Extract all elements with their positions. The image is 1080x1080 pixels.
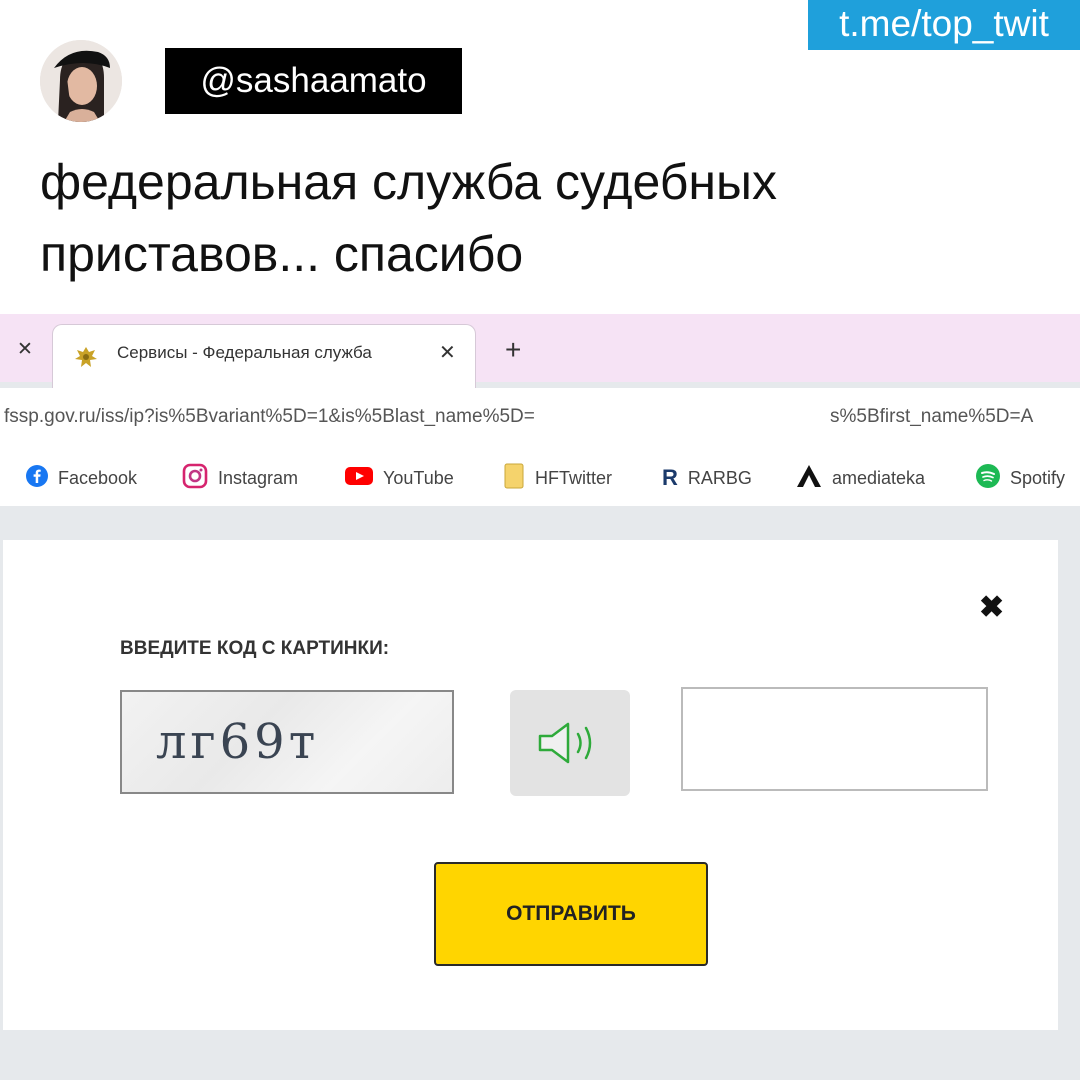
captcha-modal: ✖ ВВЕДИТЕ КОД С КАРТИНКИ: лг69т ОТПРАВИТ… <box>3 540 1058 1030</box>
url-text-left: fssp.gov.ru/iss/ip?is%5Bvariant%5D=1&is%… <box>4 406 535 427</box>
speaker-icon <box>536 720 606 771</box>
bookmark-youtube[interactable]: YouTube <box>345 464 454 492</box>
username-badge[interactable]: @sashaamato <box>165 48 462 114</box>
youtube-icon <box>345 466 373 491</box>
bookmark-label: Instagram <box>218 467 299 488</box>
address-bar[interactable]: fssp.gov.ru/iss/ip?is%5Bvariant%5D=1&is%… <box>0 388 1080 450</box>
url-text-right: s%5Bfirst_name%5D=A <box>830 406 1034 427</box>
bookmark-label: amediateka <box>832 467 926 488</box>
captcha-input[interactable] <box>681 687 988 791</box>
bookmark-amediateka[interactable]: amediateka <box>796 464 925 492</box>
rarbg-icon: R <box>662 465 678 490</box>
avatar[interactable] <box>40 40 122 122</box>
instagram-icon <box>182 463 208 494</box>
bookmark-label: YouTube <box>383 467 454 488</box>
bookmarks-bar: Facebook Instagram YouTube HFTwitter R R… <box>0 450 1080 506</box>
audio-captcha-button[interactable] <box>510 690 630 796</box>
bookmark-label: Facebook <box>58 467 138 488</box>
amediateka-icon <box>796 464 822 493</box>
bookmark-label: HFTwitter <box>535 467 613 488</box>
close-icon[interactable]: ✕ <box>17 338 33 361</box>
tab-strip: ✕ Сервисы - Федеральная служба ✕ + <box>0 314 1080 389</box>
tweet-text-line-2: приставов... спасибо <box>40 226 524 282</box>
bookmark-label: Spotify <box>1010 467 1066 488</box>
bookmark-label: RARBG <box>687 467 752 488</box>
folder-icon <box>503 463 525 494</box>
bookmark-hftwitter[interactable]: HFTwitter <box>503 463 613 494</box>
spotify-icon <box>976 463 1000 493</box>
submit-button[interactable]: ОТПРАВИТЬ <box>434 862 708 966</box>
captcha-image: лг69т <box>120 690 454 794</box>
new-tab-icon[interactable]: + <box>505 336 521 364</box>
captcha-label: ВВЕДИТЕ КОД С КАРТИНКИ: <box>120 638 390 659</box>
facebook-icon <box>26 464 48 492</box>
tweet-text-line-1: федеральная служба судебных <box>40 154 777 210</box>
captcha-code: лг69т <box>156 714 320 770</box>
close-icon[interactable]: ✖ <box>979 590 1004 625</box>
bookmark-rarbg[interactable]: R RARBG <box>662 464 752 492</box>
bookmark-facebook[interactable]: Facebook <box>26 464 137 492</box>
close-icon[interactable]: ✕ <box>439 340 456 365</box>
tab-title: Сервисы - Федеральная служба <box>117 343 372 362</box>
bookmark-spotify[interactable]: Spotify <box>976 463 1066 493</box>
tab-active[interactable]: Сервисы - Федеральная служба ✕ <box>52 324 476 389</box>
fssp-emblem-icon <box>73 344 99 375</box>
tweet-text: федеральная служба судебных приставов...… <box>40 146 1040 290</box>
browser-screenshot: ✕ Сервисы - Федеральная служба ✕ + fssp.… <box>0 314 1080 1080</box>
watermark-link: t.me/top_twit <box>808 0 1080 50</box>
bookmark-instagram[interactable]: Instagram <box>182 463 299 494</box>
